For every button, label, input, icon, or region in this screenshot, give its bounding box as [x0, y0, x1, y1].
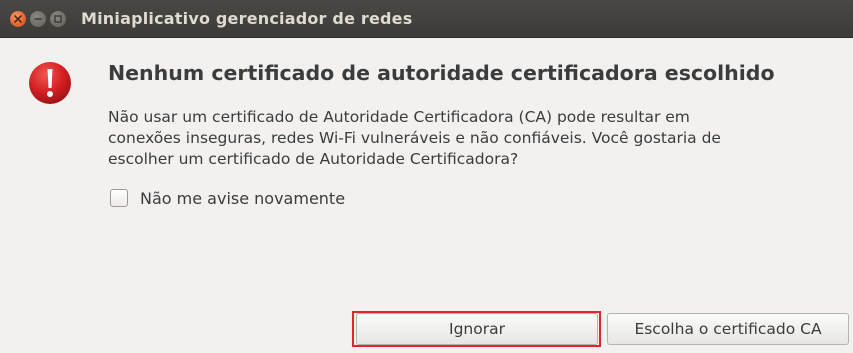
dialog-body: Nenhum certificado de autoridade certifi… — [0, 39, 853, 353]
checkbox-label: Não me avise novamente — [140, 188, 346, 208]
ignore-button[interactable]: Ignorar — [356, 313, 598, 345]
choose-ca-certificate-button[interactable]: Escolha o certificado CA — [607, 313, 849, 345]
dont-warn-again-option[interactable]: Não me avise novamente — [110, 187, 345, 209]
window-title: Miniaplicativo gerenciador de redes — [81, 9, 413, 28]
message-line: conexões inseguras, redes Wi-Fi vulneráv… — [108, 129, 721, 147]
dialog-heading: Nenhum certificado de autoridade certifi… — [108, 61, 775, 85]
dont-warn-again-checkbox[interactable] — [110, 189, 128, 207]
minimize-icon[interactable] — [30, 11, 46, 27]
message-line: escolher um certificado de Autoridade Ce… — [108, 150, 519, 168]
message-line: Não usar um certificado de Autoridade Ce… — [108, 108, 690, 126]
close-icon[interactable] — [10, 11, 26, 27]
dialog-message: Não usar um certificado de Autoridade Ce… — [108, 107, 828, 170]
window-titlebar: Miniaplicativo gerenciador de redes — [0, 0, 853, 38]
maximize-icon[interactable] — [50, 11, 66, 27]
error-icon — [29, 62, 71, 104]
